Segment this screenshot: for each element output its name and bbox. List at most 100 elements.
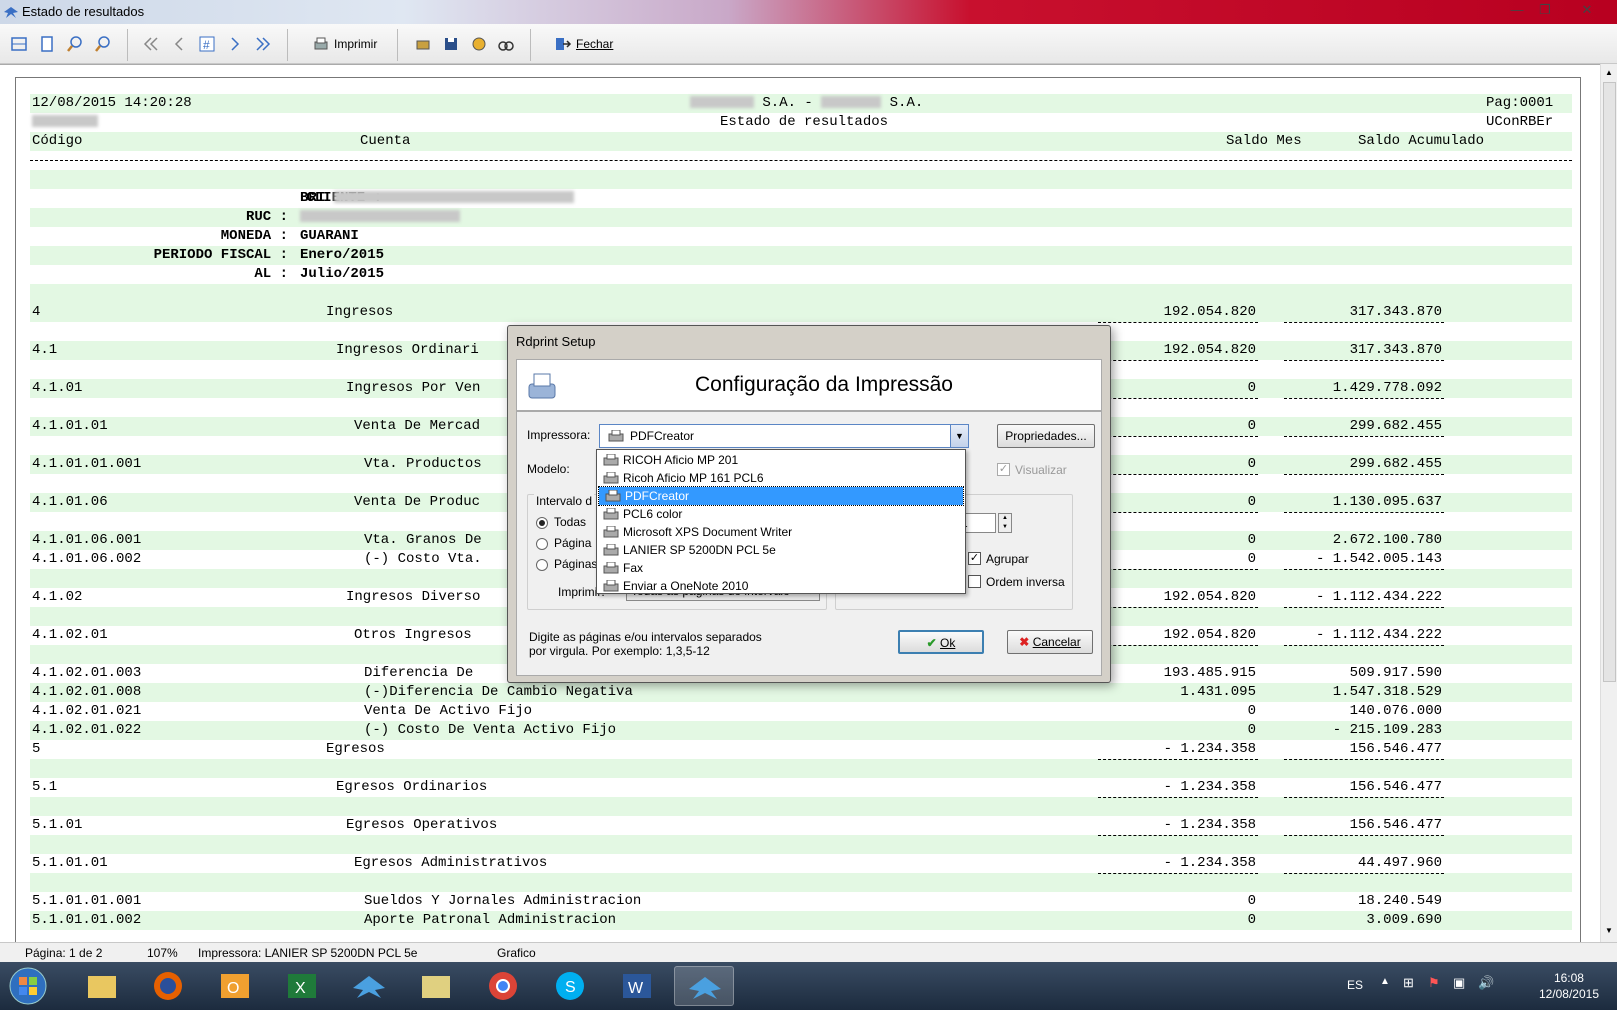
printer-small-icon xyxy=(608,430,624,442)
folder-icon[interactable] xyxy=(406,966,466,1006)
ok-button[interactable]: ✔ Ok xyxy=(898,630,984,654)
clock[interactable]: 16:08 12/08/2015 xyxy=(1539,970,1599,1002)
bird-app-icon[interactable] xyxy=(339,966,399,1006)
explorer-icon[interactable] xyxy=(72,966,132,1006)
copies-spinner[interactable]: ▲ ▼ xyxy=(998,513,1012,533)
bird-app-active-icon[interactable] xyxy=(674,966,734,1006)
month-balance: 0 xyxy=(1247,703,1256,719)
windows-flag-icon[interactable]: ⊞ xyxy=(1403,975,1414,991)
account-code: 5.1.01.01.002 xyxy=(32,912,142,928)
scroll-thumb[interactable] xyxy=(1603,82,1616,682)
find-icon[interactable] xyxy=(497,34,515,54)
scroll-up-icon[interactable]: ▲ xyxy=(1605,68,1613,77)
account-name: (-)Diferencia De Cambio Negativa xyxy=(364,684,633,700)
volume-icon[interactable]: 🔊 xyxy=(1478,975,1494,991)
table-row: 5.1.01.01 Egresos Administrativos - 1.234.… xyxy=(30,854,1572,873)
whole-page-icon[interactable] xyxy=(38,34,56,54)
maximize-icon[interactable]: ❐ xyxy=(1531,1,1559,19)
previous-page-icon[interactable] xyxy=(170,34,188,54)
chrome-icon[interactable] xyxy=(473,966,533,1006)
language-indicator[interactable]: ES xyxy=(1347,978,1363,992)
minimize-icon[interactable]: — xyxy=(1503,1,1531,19)
account-name: Venta De Mercad xyxy=(354,418,481,434)
go-to-page-icon[interactable]: # xyxy=(198,34,216,54)
printer-option-label: Fax xyxy=(623,561,644,575)
word-icon[interactable]: W xyxy=(607,966,667,1006)
svg-text:X: X xyxy=(295,980,306,997)
vertical-scrollbar[interactable]: ▲ ▼ xyxy=(1600,64,1617,942)
reverse-order-checkbox[interactable] xyxy=(968,575,981,588)
table-row: 4.1.02.01.021 Venta De Activo Fijo 0 140.07… xyxy=(30,702,1572,721)
account-code: 4.1.01.01 xyxy=(32,418,108,434)
check-icon: ✔ xyxy=(926,636,937,650)
printer-option-label: LANIER SP 5200DN PCL 5e xyxy=(623,543,776,557)
accum-balance: - 1.112.434.222 xyxy=(1315,627,1442,643)
printer-select[interactable]: PDFCreator ▼ xyxy=(599,424,969,448)
last-page-icon[interactable] xyxy=(254,34,272,54)
excel-icon[interactable]: X xyxy=(272,966,332,1006)
firefox-icon[interactable] xyxy=(138,966,198,1006)
status-bar: Página: 1 de 2 107% Impressora: LANIER S… xyxy=(0,942,1617,962)
network-icon[interactable]: ▣ xyxy=(1453,975,1465,991)
preview-checkbox[interactable]: ✓ xyxy=(997,463,1010,476)
show-hidden-icons-icon[interactable]: ▲ xyxy=(1380,976,1390,987)
accum-balance: 299.682.455 xyxy=(1349,418,1442,434)
printer-option[interactable]: PCL6 color xyxy=(597,505,965,523)
client-value: BRI xyxy=(300,190,326,206)
printer-option[interactable]: Fax xyxy=(597,559,965,577)
next-page-icon[interactable] xyxy=(226,34,244,54)
page-width-icon[interactable] xyxy=(10,34,28,54)
app-window: Estado de resultados — ❐ ✕ # Imprimir Fe… xyxy=(0,0,1617,1010)
printer-option[interactable]: Microsoft XPS Document Writer xyxy=(597,523,965,541)
printer-option[interactable]: Enviar a OneNote 2010 xyxy=(597,577,965,595)
zoom-in-icon[interactable] xyxy=(66,34,84,54)
close-icon[interactable]: ✕ xyxy=(1570,1,1604,19)
printer-label: Impressora: xyxy=(527,428,591,442)
print-button[interactable]: Imprimir xyxy=(312,34,377,54)
accum-balance: 1.547.318.529 xyxy=(1332,684,1442,700)
radio-page[interactable] xyxy=(536,538,548,550)
outlook-icon[interactable]: O xyxy=(205,966,265,1006)
zoom-out-icon[interactable] xyxy=(94,34,112,54)
action-center-icon[interactable]: ⚑ xyxy=(1428,975,1440,991)
column-header-row: Código Cuenta Saldo Mes Saldo Acumulado xyxy=(30,132,1572,151)
account-code: 4.1.01.01.001 xyxy=(32,456,142,472)
radio-pages[interactable] xyxy=(536,559,548,571)
group-checkbox[interactable]: ✓ xyxy=(968,552,981,565)
start-button[interactable] xyxy=(4,966,56,1006)
account-name: Vta. Productos xyxy=(364,456,482,472)
account-name: Egresos Operativos xyxy=(346,817,498,833)
printer-option[interactable]: PDFCreator xyxy=(598,486,964,506)
scroll-down-icon[interactable]: ▼ xyxy=(1605,926,1613,935)
printer-option-label: PDFCreator xyxy=(625,489,690,503)
printer-small-icon xyxy=(605,490,621,502)
account-name: Ingresos Diverso xyxy=(346,589,481,605)
account-code: 4.1 xyxy=(32,342,58,358)
save-icon[interactable] xyxy=(442,34,460,54)
account-name: (-) Costo Vta. xyxy=(364,551,482,567)
printer-option[interactable]: LANIER SP 5200DN PCL 5e xyxy=(597,541,965,559)
radio-all[interactable] xyxy=(536,517,548,529)
close-report-button[interactable]: Fechar xyxy=(554,34,613,54)
group-label: Agrupar xyxy=(986,552,1029,566)
printer-option[interactable]: RICOH Aficio MP 201 xyxy=(597,451,965,469)
chevron-down-icon[interactable]: ▼ xyxy=(950,425,968,447)
cancel-button[interactable]: ✖ Cancelar xyxy=(1007,630,1093,654)
company-name-1: S.A. - xyxy=(762,95,813,111)
properties-button[interactable]: Propriedades... xyxy=(997,424,1095,448)
setup-icon[interactable] xyxy=(414,34,432,54)
printer-option-label: Microsoft XPS Document Writer xyxy=(623,525,793,539)
taskbar: O X S W ES ▲ ⊞ ⚑ ▣ 🔊 16:08 12/08/2015 xyxy=(0,962,1617,1010)
printer-option[interactable]: Ricoh Aficio MP 161 PCL6 xyxy=(597,469,965,487)
account-name: Ingresos xyxy=(326,304,394,320)
accum-balance: - 1.112.434.222 xyxy=(1315,589,1442,605)
account-code: 4.1.01.06 xyxy=(32,494,108,510)
month-balance: - 1.234.358 xyxy=(1163,779,1256,795)
printer-select-value: PDFCreator xyxy=(630,429,695,443)
skype-icon[interactable]: S xyxy=(540,966,600,1006)
report-code: UConRBEr xyxy=(1486,114,1554,130)
accum-balance: 1.130.095.637 xyxy=(1332,494,1442,510)
accum-balance: 156.546.477 xyxy=(1349,779,1442,795)
open-icon[interactable] xyxy=(470,34,488,54)
first-page-icon[interactable] xyxy=(142,34,160,54)
